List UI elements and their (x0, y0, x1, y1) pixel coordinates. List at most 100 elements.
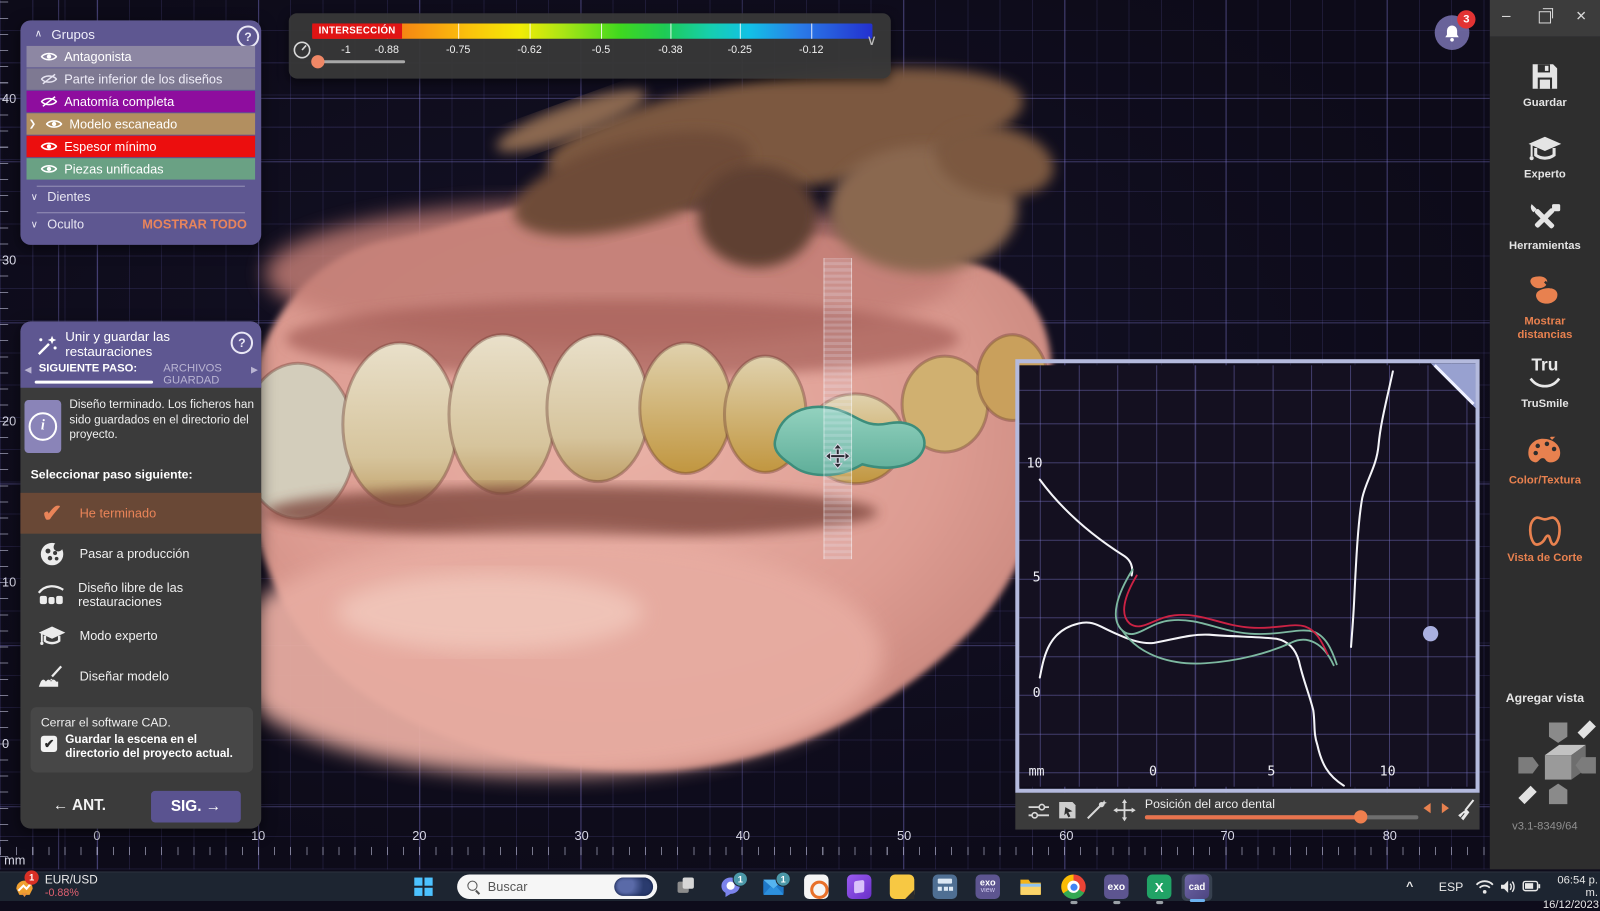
chat-badge: 1 (733, 871, 748, 886)
groups-section-dientes[interactable]: ∨ Dientes (31, 190, 91, 204)
eye-icon[interactable] (41, 141, 57, 152)
move-cursor-icon[interactable] (824, 443, 851, 470)
sidebar-item-mostrar-distancias[interactable]: Mostrar distancias (1490, 273, 1600, 340)
excel-icon[interactable]: X (1147, 874, 1171, 898)
navigation-cube[interactable] (1502, 714, 1600, 812)
group-item-piezas-unificadas[interactable]: Piezas unificadas (27, 158, 256, 179)
wizard-title-line2: restauraciones (65, 344, 170, 359)
section-toolbar: Posición del arco dental (1015, 793, 1479, 830)
tools-icon (1528, 202, 1563, 235)
option-diseno-libre[interactable]: Diseño libre de las restauraciones (20, 574, 261, 615)
eye-off-icon[interactable] (41, 96, 57, 107)
cut-plane-handle[interactable] (823, 258, 852, 559)
sticky-notes-icon[interactable] (890, 874, 914, 898)
info-icon: i (24, 400, 61, 453)
section-curves (1019, 365, 1475, 786)
battery-icon[interactable] (1522, 881, 1540, 892)
back-button[interactable]: ← ANT. (53, 797, 106, 814)
group-item-antagonista[interactable]: Antagonista (27, 46, 256, 67)
search-box[interactable]: Buscar (457, 874, 657, 898)
probe-pin-icon[interactable] (1085, 799, 1107, 821)
group-item-anatomia-completa[interactable]: Anatomía completa (27, 91, 256, 112)
cb-tick--088: -0.88 (368, 44, 405, 56)
photos-icon[interactable] (804, 874, 828, 898)
exoplan-app-icon[interactable]: exo (1104, 874, 1128, 898)
task-view-button[interactable] (674, 874, 698, 898)
add-view-button[interactable]: Agregar vista (1490, 692, 1600, 705)
section-y-10: 10 (1027, 456, 1043, 471)
save-scene-checkbox[interactable]: ✔ (41, 736, 57, 752)
wizard-title-line1: Unir y guardar las (65, 329, 170, 344)
filter-settings-icon[interactable] (1028, 802, 1050, 820)
tab-archivos-guardados[interactable]: ARCHIVOS GUARDAD (163, 362, 261, 386)
section-x-5: 5 (1267, 764, 1275, 779)
arch-position-label: Posición del arco dental (1145, 797, 1275, 811)
volume-icon[interactable] (1500, 880, 1516, 894)
option-modo-experto[interactable]: Modo experto (20, 615, 261, 656)
chevron-down-icon[interactable]: ∨ (31, 219, 38, 230)
eye-icon[interactable] (46, 118, 62, 129)
group-item-parte-inferior[interactable]: Parte inferior de los diseños (27, 68, 256, 89)
minimize-button[interactable]: – (1502, 7, 1511, 24)
clear-broom-icon[interactable] (1456, 798, 1476, 822)
eye-off-icon[interactable] (41, 73, 57, 84)
tab-next-arrow[interactable]: ▶ (251, 364, 258, 375)
section-x-10: 10 (1380, 764, 1396, 779)
sidebar-item-vista-de-corte[interactable]: Vista de Corte (1490, 512, 1600, 565)
sidebar-item-guardar[interactable]: Guardar (1490, 61, 1600, 109)
next-button[interactable]: SIG. → (151, 791, 241, 823)
show-all-button[interactable]: MOSTRAR TODO (142, 217, 247, 231)
tray-expand-chevron[interactable]: ^ (1406, 879, 1413, 893)
sidebar-item-trusmile[interactable]: Tru TruSmile (1490, 355, 1600, 411)
chrome-icon[interactable] (1061, 874, 1085, 898)
eye-icon[interactable] (41, 51, 57, 62)
group-item-modelo-escaneado[interactable]: ❯ Modelo escaneado (27, 113, 256, 134)
start-button[interactable] (414, 878, 432, 896)
eye-icon[interactable] (41, 163, 57, 174)
move-axes-icon[interactable] (1113, 799, 1135, 821)
arch-position-knob[interactable] (1354, 810, 1367, 823)
sidebar-item-color-textura[interactable]: Color/Textura (1490, 437, 1600, 488)
wifi-icon[interactable] (1476, 880, 1494, 894)
search-daily-image[interactable] (614, 878, 653, 896)
tab-prev-arrow[interactable]: ◀ (24, 364, 31, 375)
expand-chevron[interactable]: ❯ (29, 118, 39, 129)
chevron-down-icon[interactable]: ∨ (31, 191, 38, 202)
option-he-terminado[interactable]: ✔ He terminado (20, 493, 261, 534)
colorbar-slider-track[interactable] (317, 60, 405, 63)
calculator-icon[interactable] (933, 874, 957, 898)
ruler-x-30: 30 (569, 829, 593, 843)
step-left-arrow[interactable] (1423, 803, 1430, 813)
colorbar-collapse-chevron[interactable]: ∨ (866, 32, 876, 49)
option-disenar-modelo[interactable]: Diseñar modelo (20, 656, 261, 697)
tab-active-underline (35, 381, 153, 384)
close-button[interactable]: ✕ (1576, 8, 1587, 24)
section-point-marker[interactable] (1423, 626, 1438, 641)
clipchamp-icon[interactable] (847, 874, 871, 898)
clock[interactable]: 06:54 p. m. 16/12/2023 (1543, 874, 1598, 911)
tab-siguiente-paso[interactable]: SIGUIENTE PASO: (39, 362, 137, 374)
group-item-espesor-minimo[interactable]: Espesor mínimo (27, 136, 256, 157)
chat-teams-icon[interactable]: 1 (718, 874, 742, 898)
tray-language[interactable]: ESP (1439, 880, 1464, 894)
groups-panel: ∧ Grupos ? Antagonista Parte inferior de… (20, 20, 261, 244)
wizard-help-button[interactable]: ? (231, 332, 253, 354)
groups-collapse-chevron[interactable]: ∧ (35, 29, 42, 40)
exoview-app-icon[interactable]: exo view (976, 874, 1000, 898)
free-design-icon (37, 583, 66, 607)
mail-icon[interactable]: 1 (761, 874, 785, 898)
step-right-arrow[interactable] (1442, 803, 1449, 813)
option-pasar-a-produccion[interactable]: Pasar a producción (20, 534, 261, 575)
panel-fold-corner[interactable] (1431, 363, 1476, 408)
widgets-button[interactable]: 1 EUR/USD -0.88% (12, 873, 175, 900)
groups-help-button[interactable]: ? (237, 26, 259, 48)
sidebar-item-herramientas[interactable]: Herramientas (1490, 202, 1600, 253)
groups-section-oculto[interactable]: ∨ Oculto (31, 217, 85, 231)
sidebar-item-experto[interactable]: Experto (1490, 135, 1600, 181)
colorbar-slider-knob[interactable] (311, 55, 324, 68)
file-explorer-icon[interactable] (1018, 874, 1042, 898)
show-distances-icon (1527, 273, 1564, 308)
taskbar: 1 EUR/USD -0.88% Buscar (0, 871, 1600, 901)
clip-plane-icon[interactable] (1056, 799, 1078, 821)
dentalcad-active-app[interactable]: cad (1182, 873, 1213, 901)
